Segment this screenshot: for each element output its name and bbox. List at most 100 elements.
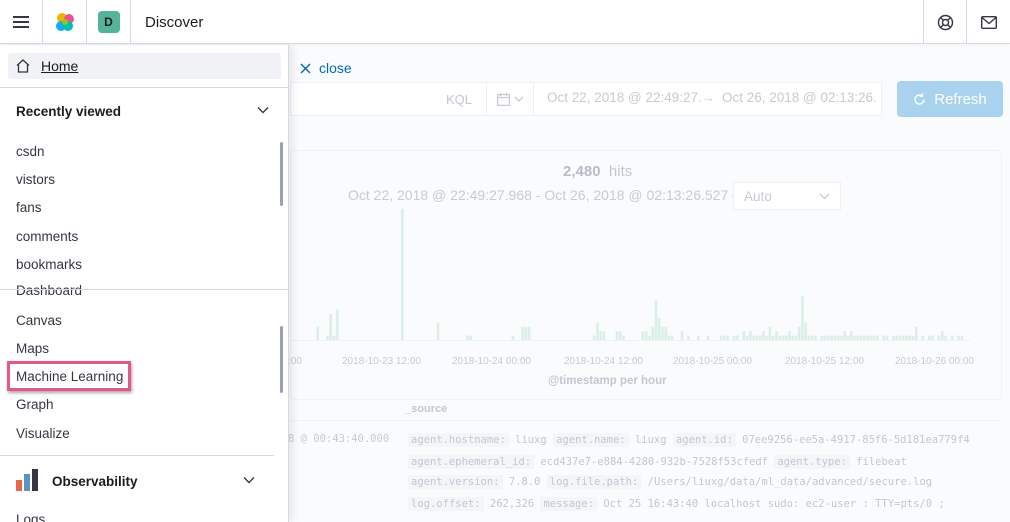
nav-link-machine-learning[interactable]: Machine Learning: [7, 361, 131, 391]
histogram-bar: [794, 335, 798, 341]
histogram-bar: [853, 335, 856, 341]
query-language-button[interactable]: KQL: [438, 82, 480, 116]
histogram-bar: [807, 335, 811, 341]
histogram-bar: [950, 335, 954, 341]
histogram-bar: [931, 335, 934, 341]
histogram-bar: [521, 326, 524, 341]
histogram-bar: [849, 331, 853, 340]
histogram-bar: [736, 335, 739, 341]
histogram-bar: [648, 335, 651, 341]
nav-link-dashboard[interactable]: Dashboard: [16, 283, 82, 298]
histogram-bar: [869, 335, 873, 341]
field-name: agent.type:: [774, 455, 850, 469]
help-button[interactable]: [924, 0, 967, 44]
histogram-bar: [914, 326, 918, 341]
histogram-bar: [856, 335, 860, 341]
field-value: ecd437e7-e884-4280-932b-7528f53cfedf: [534, 456, 775, 468]
space-selector[interactable]: D: [87, 0, 130, 44]
histogram-bar: [810, 335, 814, 341]
field-value: liuxg: [508, 434, 554, 446]
nav-link-visualize[interactable]: Visualize: [16, 426, 70, 441]
histogram-bar: [527, 326, 531, 341]
arrow-right-icon: →: [702, 90, 715, 105]
histogram-bar: [898, 335, 902, 341]
hamburger-menu-button[interactable]: [0, 0, 42, 44]
recent-scrollbar[interactable]: [280, 142, 283, 206]
recent-item[interactable]: bookmarks: [16, 257, 82, 272]
elastic-logo-button[interactable]: [43, 0, 86, 44]
side-nav: Home Recently viewed csdn vistors fans c…: [0, 45, 289, 522]
close-link[interactable]: close: [300, 60, 352, 76]
observability-icon: [16, 469, 38, 491]
recent-item[interactable]: vistors: [16, 172, 55, 187]
histogram-bar: [775, 331, 778, 340]
histogram-bar: [726, 335, 729, 341]
histogram-bar: [687, 335, 690, 341]
nav-link-logs[interactable]: Logs: [16, 512, 45, 522]
histogram-bar: [667, 335, 671, 341]
nav-link-graph[interactable]: Graph: [16, 397, 54, 412]
histogram-bar: [400, 208, 404, 340]
recent-item[interactable]: comments: [16, 229, 78, 244]
histogram-bar: [862, 335, 866, 341]
nav-home-link[interactable]: Home: [8, 53, 281, 79]
histogram-bar: [524, 326, 528, 341]
histogram-bar: [928, 335, 931, 341]
source-line: agent.hostname: liuxg agent.name: liuxg …: [408, 433, 970, 447]
home-label: Home: [41, 58, 79, 74]
x-tick-label: 2018-10-26 00:00: [895, 356, 974, 367]
news-feed-button[interactable]: [967, 0, 1010, 44]
histogram-bar: [752, 335, 755, 341]
histogram-bar: [882, 335, 886, 341]
home-icon: [16, 59, 30, 73]
source-line: log.offset: 262,326 message: Oct 25 16:4…: [408, 497, 945, 511]
recently-viewed-title[interactable]: Recently viewed: [16, 104, 121, 119]
x-tick-label: 2018-10-25 12:00: [785, 356, 864, 367]
chevron-down-icon[interactable]: [242, 473, 256, 487]
start-date-button[interactable]: Oct 22, 2018 @ 22:49:27.: [547, 90, 702, 105]
histogram-bar: [771, 335, 775, 341]
observability-title[interactable]: Observability: [52, 474, 138, 489]
x-axis-title: @timestamp per hour: [548, 375, 667, 387]
field-value: 07ee9256-ee5a-4917-85f6-5d181ea779f4: [735, 434, 970, 446]
histogram-bar: [511, 335, 515, 341]
histogram-bar: [723, 335, 726, 341]
nav-link-maps[interactable]: Maps: [16, 341, 49, 356]
mail-icon: [980, 15, 997, 29]
histogram-bar: [697, 335, 700, 341]
end-date-button[interactable]: Oct 26, 2018 @ 02:13:26.: [722, 90, 877, 105]
elastic-logo-icon: [55, 13, 74, 31]
histogram-bar: [762, 331, 765, 340]
recent-item[interactable]: csdn: [16, 144, 45, 159]
histogram-bar: [670, 335, 674, 341]
histogram-bar: [316, 326, 319, 341]
histogram-bar: [921, 335, 925, 341]
histogram-bar: [908, 335, 912, 341]
histogram-bar: [892, 335, 895, 341]
field-name: log.offset:: [408, 497, 484, 511]
quick-select-button[interactable]: [486, 82, 534, 116]
recent-item[interactable]: fans: [16, 200, 42, 215]
field-name: log.file.path:: [546, 475, 642, 489]
hamburger-menu-icon: [13, 16, 29, 28]
histogram-bar: [469, 335, 472, 341]
field-name: agent.id:: [672, 433, 736, 447]
histogram-bar: [745, 335, 749, 341]
histogram-bar: [680, 331, 684, 340]
histogram-bar: [885, 335, 889, 341]
nav-link-canvas[interactable]: Canvas: [16, 313, 62, 328]
histogram-bar: [335, 309, 339, 341]
histogram-bar: [937, 335, 941, 341]
histogram-bar: [742, 331, 746, 340]
refresh-button[interactable]: Refresh: [897, 81, 1003, 117]
field-value: liuxg: [628, 434, 673, 446]
header-divider: [130, 0, 131, 44]
kibana-scrollbar[interactable]: [280, 326, 283, 393]
histogram-bar: [599, 331, 603, 340]
chevron-down-icon[interactable]: [256, 103, 270, 117]
field-value: filebeat: [849, 456, 907, 468]
field-name: agent.name:: [553, 433, 629, 447]
histogram-bar: [765, 335, 768, 341]
nav-divider: [0, 455, 274, 456]
histogram-bar: [859, 335, 863, 341]
